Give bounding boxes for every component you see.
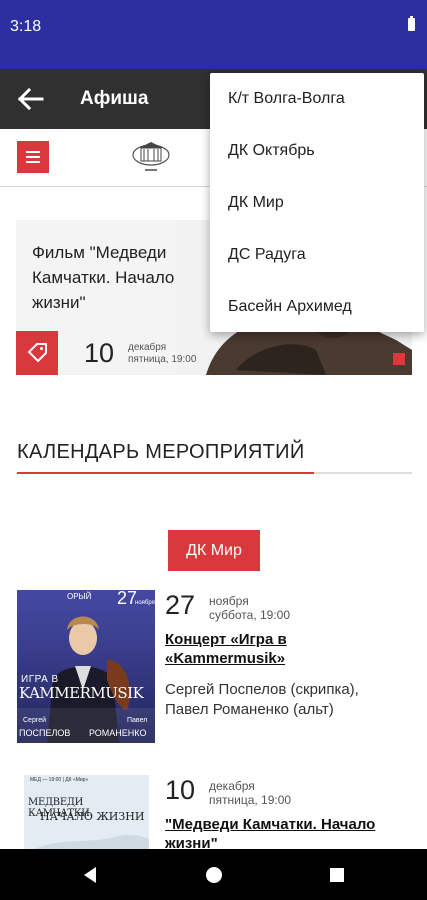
featured-event-date-detail: декабря пятница, 19:00 (128, 342, 196, 366)
battery-icon (408, 16, 415, 31)
logo (130, 139, 172, 177)
featured-event-month: декабря (128, 342, 167, 353)
poster-name2-first: Павел (127, 717, 148, 724)
back-arrow-icon[interactable] (16, 85, 46, 113)
poster-name1-last: ПОСПЕЛОВ (19, 728, 71, 738)
event-month: ноября (209, 594, 249, 608)
dropdown-item[interactable]: ДК Мир (210, 177, 424, 229)
page-title: Афиша (80, 88, 149, 109)
event-poster: ОРЫЙ 27 ноября ИГРА В KAMMERMUSIK Сергей… (17, 590, 155, 743)
nav-recent-icon[interactable] (325, 863, 349, 887)
poster-date-month: ноября (135, 600, 155, 606)
featured-event-weekday-time: пятница, 19:00 (128, 354, 197, 365)
event-date-detail: декабря пятница, 19:00 (209, 779, 291, 807)
dropdown-item[interactable]: К/т Волга-Волга (210, 73, 424, 125)
dropdown-item[interactable]: ДК Октябрь (210, 125, 424, 177)
poster-name1-first: Сергей (23, 717, 47, 724)
poster-header: МЕД — 19:00 | ДК «Мир» (30, 777, 89, 783)
nav-home-icon[interactable] (202, 863, 226, 887)
calendar-heading: КАЛЕНДАРЬ МЕРОПРИЯТИЙ (17, 441, 305, 463)
featured-event-day: 10 (84, 338, 115, 368)
poster-line2: НАЧАЛО ЖИЗНИ (40, 810, 145, 823)
event-weekday-time: пятница, 19:00 (209, 793, 292, 807)
event-weekday-time: суббота, 19:00 (209, 608, 291, 622)
event-description: Сергей Поспелов (скрипка), Павел Романен… (165, 681, 359, 718)
featured-event-title[interactable]: Фильм "Медведи Камчатки. Начало жизни" (32, 240, 207, 315)
event-day: 10 (165, 775, 196, 805)
status-bar: 3:18 (0, 0, 427, 69)
nav-back-icon[interactable] (78, 863, 102, 887)
event-day: 27 (165, 590, 196, 620)
calendar-heading-divider (17, 472, 412, 474)
event-title-link[interactable]: Концерт «Игра в «Kammermusik» (165, 630, 385, 668)
venue-dropdown-menu: К/т Волга-Волга ДК Октябрь ДК Мир ДС Рад… (210, 73, 424, 332)
poster-name2-last: РОМАНЕНКО (89, 728, 147, 738)
ticket-tag-button[interactable] (16, 331, 58, 375)
ticket-tag-icon (27, 343, 47, 363)
hamburger-menu-icon (26, 151, 40, 163)
system-navigation-bar (0, 849, 427, 900)
poster-top-left: ОРЫЙ (67, 592, 92, 601)
event-month: декабря (209, 779, 255, 793)
event-date-detail: ноября суббота, 19:00 (209, 594, 290, 622)
event-title-link[interactable]: "Медведи Камчатки. Начало жизни" (165, 815, 385, 853)
carousel-indicator[interactable] (393, 353, 405, 365)
poster-line2: KAMMERMUSIK (19, 684, 144, 702)
dropdown-item[interactable]: Басейн Архимед (210, 281, 424, 333)
venue-select-button[interactable]: ДК Мир (168, 530, 260, 571)
status-time: 3:18 (10, 18, 42, 35)
dropdown-item[interactable]: ДС Радуга (210, 229, 424, 281)
menu-button[interactable] (17, 141, 49, 173)
